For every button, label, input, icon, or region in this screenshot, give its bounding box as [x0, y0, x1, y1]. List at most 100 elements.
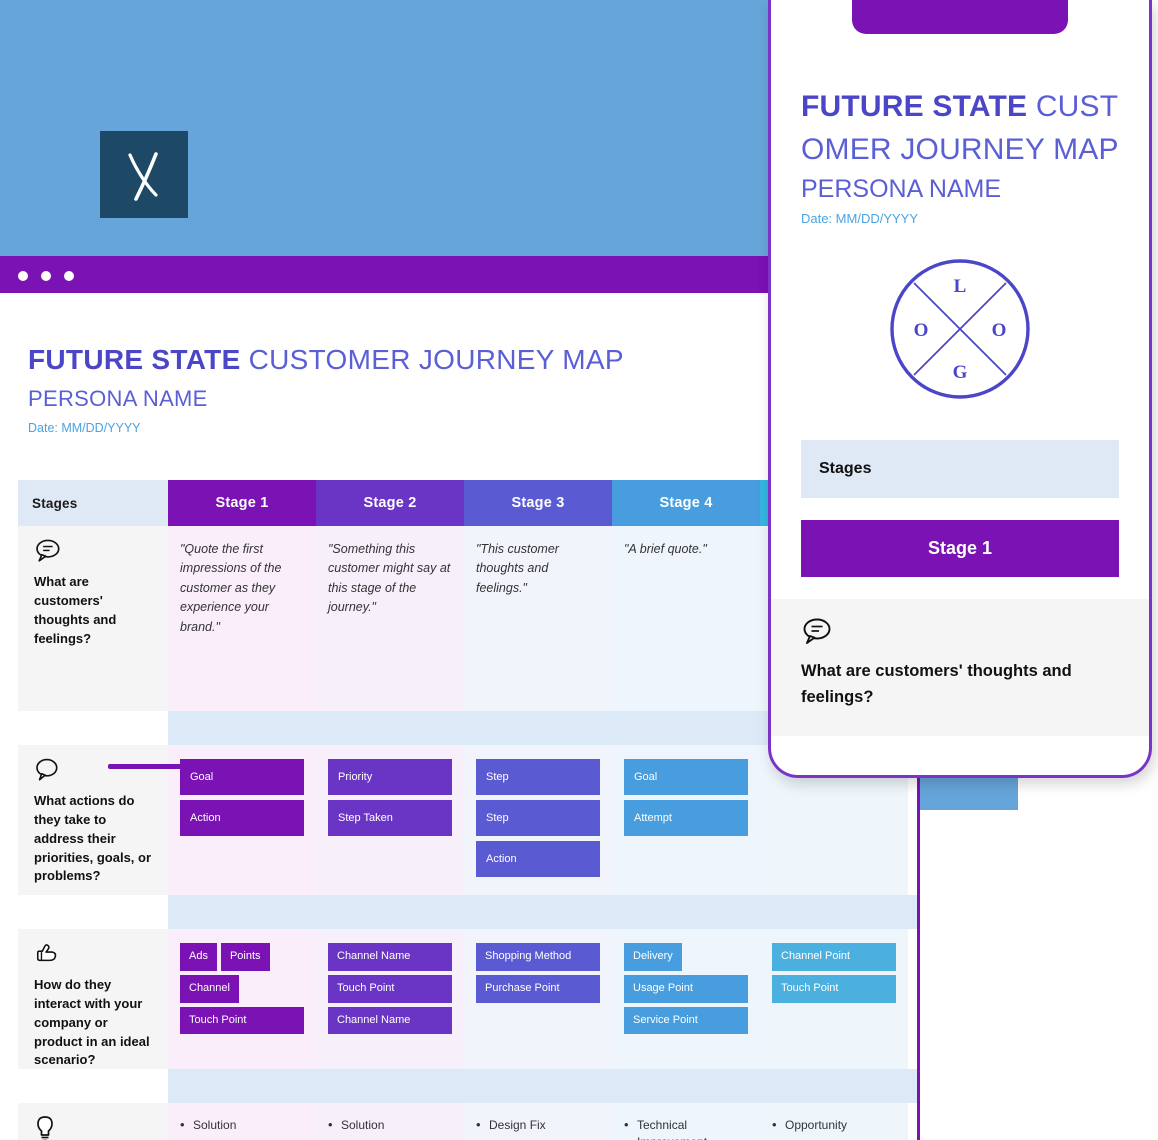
touchpoint-chip[interactable]: Service Point [624, 1006, 748, 1035]
touchpoint-chip[interactable]: Ads [180, 943, 217, 971]
touchpoint-chip[interactable]: Delivery [624, 943, 682, 971]
svg-text:O: O [914, 320, 929, 341]
question-cell-0: What are customers' thoughts and feeling… [18, 526, 168, 711]
page-title-rest: CUSTOMER JOURNEY MAP [240, 344, 624, 375]
cell-r2-c1: Channel Name Touch Point Channel Name [316, 929, 464, 1069]
header-cell-stage-1[interactable]: Stage 1 [168, 480, 316, 526]
speech-bubble-icon [801, 617, 1119, 647]
opportunity-list: Technical ImprovementDesign Solution [624, 1116, 748, 1140]
band-right [168, 1069, 917, 1103]
page-title-bold: FUTURE STATE [28, 344, 241, 375]
phone-document-date: Date: MM/DD/YYYY [801, 211, 919, 227]
opportunity-list: SolutionOpportunity [328, 1116, 452, 1140]
row-separator-band [18, 1069, 917, 1103]
action-block[interactable]: Action [476, 841, 600, 877]
touchpoint-chip-group: Channel Point Touch Point [772, 943, 896, 1003]
quote-text: "A brief quote." [624, 542, 707, 556]
touchpoint-chip-group: Delivery Usage Point Service Point [624, 943, 748, 1035]
cell-r3-c2: Design FixOpportunitySolution [464, 1103, 612, 1140]
cell-r2-c0: Ads Points Channel Touch Point [168, 929, 316, 1069]
action-block[interactable]: Step [476, 800, 600, 836]
header-cell-stages: Stages [18, 480, 168, 526]
pointing-hand-icon [34, 941, 154, 967]
question-text: How do they interact with your company o… [34, 977, 150, 1068]
screenshot-root: FUTURE STATE CUSTOMER JOURNEY MAP PERSON… [0, 0, 1158, 1140]
cell-r0-c0: "Quote the first impressions of the cust… [168, 526, 316, 711]
header-cell-stage-4[interactable]: Stage 4 [612, 480, 760, 526]
band-right [168, 895, 917, 929]
phone-mockup: FUTURE STATE CUSTOMER JOURNEY MAP PERSON… [768, 0, 1152, 778]
action-block[interactable]: Attempt [624, 800, 748, 836]
action-block[interactable]: Step [476, 759, 600, 795]
question-text: What actions do they take to address the… [34, 793, 152, 884]
lightbulb-icon [34, 1115, 154, 1140]
window-dot-maximize-icon[interactable] [64, 271, 74, 281]
table-row: How do they interact with your company o… [18, 929, 917, 1069]
cell-r0-c1: "Something this customer might say at th… [316, 526, 464, 711]
touchpoint-chip[interactable]: Touch Point [180, 1006, 304, 1035]
phone-notch [852, 0, 1068, 34]
touchpoint-chip[interactable]: Touch Point [772, 974, 896, 1003]
touchpoint-chip[interactable]: Shopping Method [476, 943, 600, 971]
phone-persona-name: PERSONA NAME [801, 175, 1002, 204]
touchpoint-chip[interactable]: Points [220, 943, 270, 971]
list-item: Solution [180, 1116, 304, 1134]
window-dot-close-icon[interactable] [18, 271, 28, 281]
cell-r1-c2: Step Step Action [464, 745, 612, 895]
cell-r3-c3: Technical ImprovementDesign Solution [612, 1103, 760, 1140]
cell-r2-c3: Delivery Usage Point Service Point [612, 929, 760, 1069]
brand-mark-square [100, 131, 188, 218]
quote-text: "Something this customer might say at th… [328, 542, 451, 615]
action-block[interactable]: Action [180, 800, 304, 836]
cell-r2-c2: Shopping Method Purchase Point [464, 929, 612, 1069]
quote-text: "This customer thoughts and feelings." [476, 542, 559, 595]
row-separator-band [18, 895, 917, 929]
opportunity-list: Design FixOpportunitySolution [476, 1116, 600, 1140]
list-item: Design Fix [476, 1116, 600, 1134]
question-cell-3: How is the above different from the cust… [18, 1103, 168, 1140]
phone-stage-1-header[interactable]: Stage 1 [801, 520, 1119, 578]
speech-bubble-plain-icon [34, 757, 154, 783]
list-item: Solution [328, 1116, 452, 1134]
action-block[interactable]: Priority [328, 759, 452, 795]
table-row: How is the above different from the cust… [18, 1103, 917, 1140]
band-left [18, 895, 168, 929]
phone-content: FUTURE STATE CUSTOMER JOURNEY MAP PERSON… [771, 0, 1149, 402]
cell-r3-c1: SolutionOpportunity [316, 1103, 464, 1140]
cell-r1-c3: Goal Attempt [612, 745, 760, 895]
cell-r2-c4: Channel Point Touch Point [760, 929, 908, 1069]
window-dot-minimize-icon[interactable] [41, 271, 51, 281]
phone-question-text: What are customers' thoughts and feeling… [801, 662, 1072, 706]
touchpoint-chip-group: Shopping Method Purchase Point [476, 943, 600, 1003]
logo-circle-icon: L O G O [887, 256, 1033, 402]
phone-page-title: FUTURE STATE CUSTOMER JOURNEY MAP [801, 86, 1119, 171]
touchpoint-chip[interactable]: Purchase Point [476, 974, 600, 1003]
x-brush-mark-icon [128, 152, 158, 201]
touchpoint-chip[interactable]: Channel Name [328, 1006, 452, 1035]
cell-r3-c0: Solution [168, 1103, 316, 1140]
question-text: What are customers' thoughts and feeling… [34, 574, 117, 646]
cell-r0-c2: "This customer thoughts and feelings." [464, 526, 612, 711]
band-left [18, 711, 168, 745]
band-left [18, 1069, 168, 1103]
question-cell-2: How do they interact with your company o… [18, 929, 168, 1069]
quote-text: "Quote the first impressions of the cust… [180, 542, 282, 634]
touchpoint-chip[interactable]: Usage Point [624, 974, 748, 1003]
phone-stages-header: Stages [801, 440, 1119, 499]
speech-bubble-icon [34, 538, 154, 564]
action-block[interactable]: Goal [624, 759, 748, 795]
header-cell-stage-2[interactable]: Stage 2 [316, 480, 464, 526]
opportunity-list: Solution [180, 1116, 304, 1134]
touchpoint-chip[interactable]: Channel Name [328, 943, 452, 971]
phone-question-underline [108, 764, 294, 769]
touchpoint-chip[interactable]: Channel Point [772, 943, 896, 971]
list-item: Technical Improvement [624, 1116, 748, 1140]
action-block[interactable]: Step Taken [328, 800, 452, 836]
cell-r3-c4: OpportunityOpportunity [760, 1103, 908, 1140]
touchpoint-chip[interactable]: Touch Point [328, 974, 452, 1003]
touchpoint-chip-group: Channel Name Touch Point Channel Name [328, 943, 452, 1035]
header-cell-stage-3[interactable]: Stage 3 [464, 480, 612, 526]
svg-text:O: O [992, 320, 1007, 341]
touchpoint-chip[interactable]: Channel [180, 974, 239, 1003]
cell-r0-c3: "A brief quote." [612, 526, 760, 711]
